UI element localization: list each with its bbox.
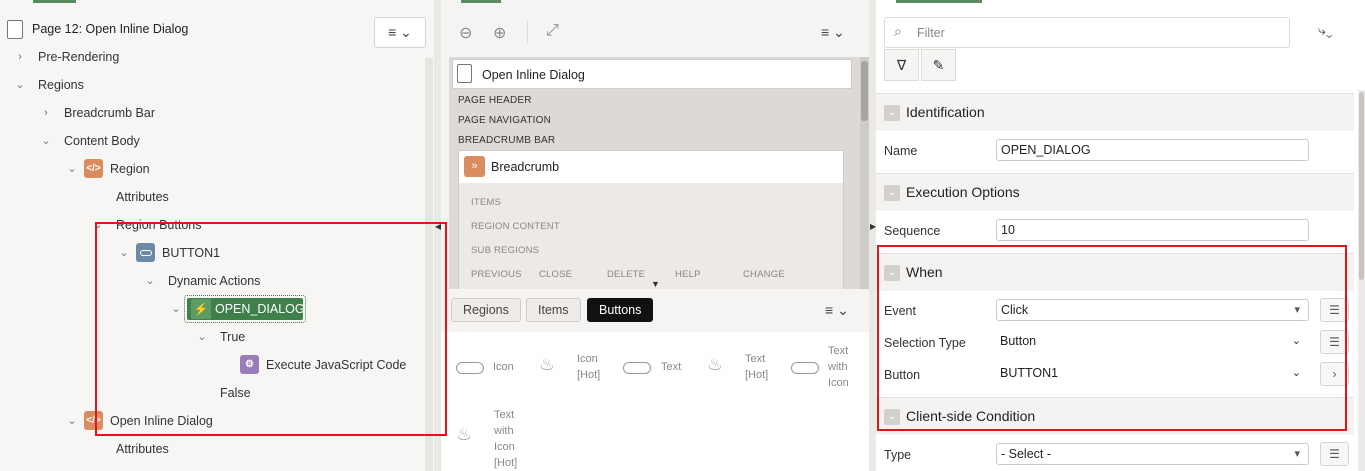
- type-label: Type: [884, 448, 912, 462]
- gallery-item-text-with-icon[interactable]: Text with Icon: [828, 343, 849, 391]
- page-title: Page 12: Open Inline Dialog: [32, 22, 189, 36]
- slot-sub-regions[interactable]: SUB REGIONS: [471, 245, 539, 256]
- button-gallery: Icon ♨ Icon [Hot] Text ♨ Text [Hot] Text…: [441, 332, 869, 471]
- go-to-group-button[interactable]: ⤷⌄: [1318, 22, 1332, 39]
- chevron-down-icon: ⌄: [884, 105, 900, 121]
- zoom-in-icon[interactable]: ⊕: [493, 23, 506, 43]
- slot-page-header[interactable]: PAGE HEADER: [458, 95, 532, 106]
- region-code-icon: </>: [84, 159, 103, 178]
- chevron-down-icon: ⌄: [884, 185, 900, 201]
- expand-icon[interactable]: ⤢: [546, 22, 559, 40]
- gallery-item-icon-hot[interactable]: Icon [Hot]: [577, 351, 600, 383]
- tab-indicator: [461, 0, 501, 3]
- tree-node-region[interactable]: ⌄ </> Region: [66, 158, 266, 180]
- gallery-item-text-with-icon-hot[interactable]: Text with Icon [Hot]: [494, 407, 517, 471]
- type-list-button[interactable]: ☰: [1320, 442, 1349, 466]
- search-icon: ⌕: [894, 23, 902, 39]
- type-select[interactable]: - Select - ▾: [996, 443, 1309, 465]
- pill-icon: [456, 362, 484, 374]
- pill-icon: [623, 362, 651, 374]
- tab-buttons[interactable]: Buttons: [587, 298, 654, 322]
- filter-funnel-icon[interactable]: ∇: [884, 49, 919, 81]
- slot-page-navigation[interactable]: PAGE NAVIGATION: [458, 115, 551, 126]
- flame-icon: ♨: [456, 424, 473, 444]
- section-execution-options[interactable]: ⌄ Execution Options: [876, 173, 1354, 211]
- flame-icon: ♨: [707, 354, 724, 374]
- page-icon: [7, 20, 23, 39]
- gallery-item-text-hot[interactable]: Text [Hot]: [745, 351, 768, 383]
- sequence-field[interactable]: 10: [996, 219, 1309, 241]
- layout-scrollbar[interactable]: [860, 57, 869, 289]
- tree-node-breadcrumb-bar[interactable]: › Breadcrumb Bar: [40, 102, 155, 124]
- slot-region-content[interactable]: REGION CONTENT: [471, 221, 560, 232]
- sequence-label: Sequence: [884, 224, 941, 238]
- flame-icon: ♨: [539, 354, 556, 374]
- slot-previous[interactable]: PREVIOUS: [471, 269, 522, 280]
- tree-node-attributes-2[interactable]: Attributes: [116, 438, 169, 460]
- name-field[interactable]: OPEN_DIALOG: [996, 139, 1309, 161]
- tab-items[interactable]: Items: [526, 298, 581, 322]
- slot-close[interactable]: CLOSE: [539, 269, 572, 280]
- tab-indicator: [896, 0, 982, 3]
- breadcrumb-icon: »: [464, 156, 485, 177]
- tree-node-content-body[interactable]: ⌄ Content Body: [40, 130, 139, 152]
- section-identification[interactable]: ⌄ Identification: [876, 93, 1354, 131]
- zoom-out-icon[interactable]: ⊖: [459, 23, 472, 43]
- property-scrollbar[interactable]: [1358, 90, 1365, 471]
- slot-help[interactable]: HELP: [675, 269, 701, 280]
- slot-breadcrumb-bar[interactable]: BREADCRUMB BAR: [458, 135, 555, 146]
- highlight-box-tree: [95, 222, 447, 436]
- pencil-icon[interactable]: ✎: [921, 49, 956, 81]
- layout-menu-button[interactable]: ≡ ⌄: [821, 24, 845, 41]
- dropdown-arrow-icon: ▾: [1294, 448, 1300, 460]
- page-icon: [457, 64, 472, 83]
- splitter-right[interactable]: ▶: [869, 0, 876, 471]
- tree-menu-button[interactable]: ≡ ⌄: [374, 17, 426, 48]
- breadcrumb-region-box[interactable]: » Breadcrumb ITEMS REGION CONTENT SUB RE…: [458, 150, 844, 289]
- tab-regions[interactable]: Regions: [451, 298, 521, 322]
- highlight-box-when: [877, 245, 1347, 431]
- gallery-menu-button[interactable]: ≡ ⌄: [825, 302, 849, 319]
- resize-handle-icon[interactable]: ▼: [651, 279, 660, 289]
- layout-pane: ⊖ ⊕ ⤢ ≡ ⌄ Open Inline Dialog PAGE HEADER…: [441, 0, 869, 471]
- gallery-item-icon[interactable]: Icon: [493, 359, 514, 375]
- tree-node-regions[interactable]: ⌄ Regions: [14, 74, 83, 96]
- tree-node-pre-rendering[interactable]: › Pre-Rendering: [14, 46, 119, 68]
- layout-canvas: Open Inline Dialog PAGE HEADER PAGE NAVI…: [449, 57, 869, 289]
- slot-delete[interactable]: DELETE: [607, 269, 645, 280]
- page-region-box[interactable]: Open Inline Dialog: [452, 59, 852, 89]
- slot-items[interactable]: ITEMS: [471, 197, 501, 208]
- gallery-item-text[interactable]: Text: [661, 359, 681, 375]
- layout-toolbar: ⊖ ⊕ ⤢ ≡ ⌄: [441, 8, 869, 56]
- pill-icon: [791, 362, 819, 374]
- name-label: Name: [884, 144, 918, 158]
- tree-node-attributes[interactable]: Attributes: [116, 186, 169, 208]
- tab-indicator: [33, 0, 76, 3]
- filter-input[interactable]: ⌕ Filter: [884, 17, 1290, 48]
- slot-change[interactable]: CHANGE: [743, 269, 785, 280]
